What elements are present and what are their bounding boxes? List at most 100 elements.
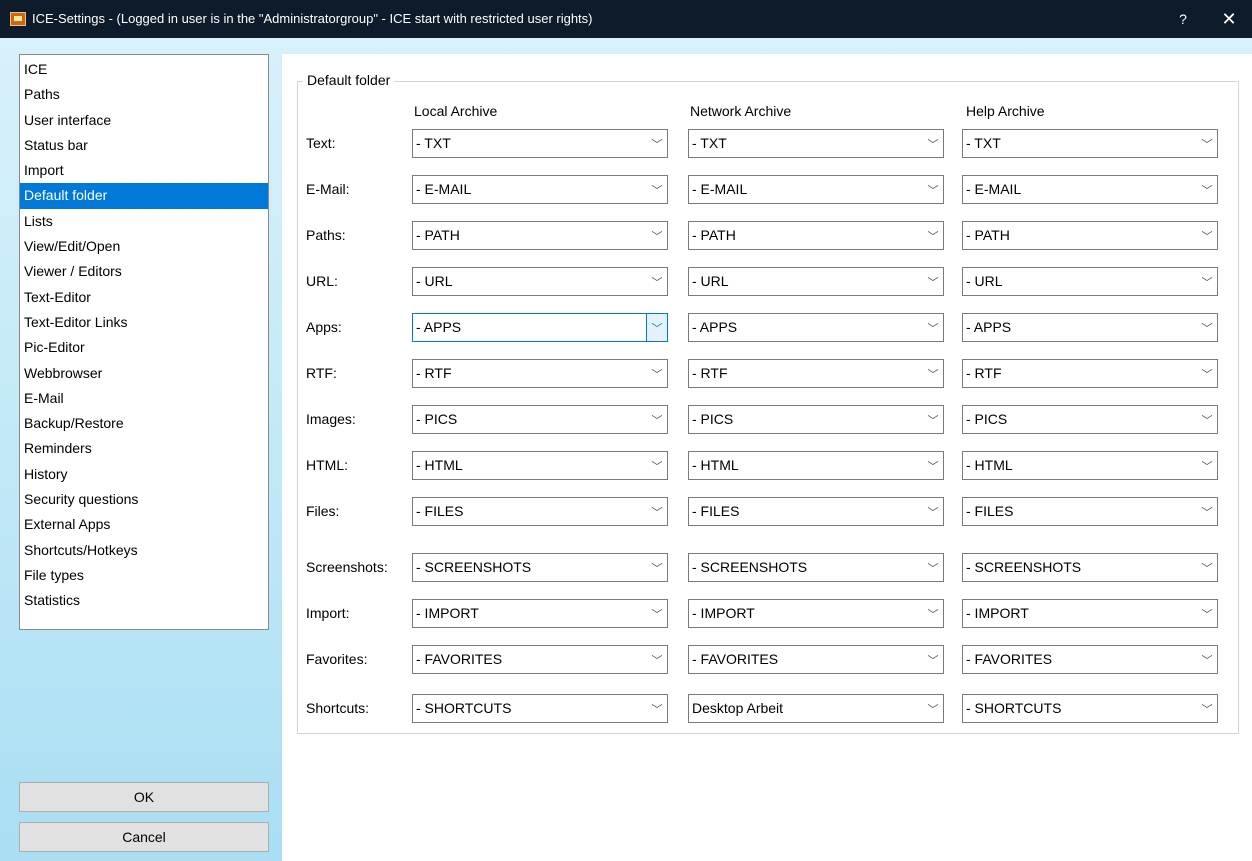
chevron-down-icon[interactable]: ﹀ [647,176,667,203]
chevron-down-icon[interactable]: ﹀ [923,498,943,525]
chevron-down-icon[interactable]: ﹀ [647,695,667,722]
help-folder-dropdown[interactable]: - URL ﹀ [962,267,1218,296]
sidebar-item[interactable]: Text-Editor [20,285,268,310]
chevron-down-icon[interactable]: ﹀ [1197,600,1217,627]
local-folder-dropdown[interactable]: - FAVORITES ﹀ [412,645,668,674]
help-folder-dropdown[interactable]: - PICS ﹀ [962,405,1218,434]
network-folder-dropdown[interactable]: - PATH ﹀ [688,221,944,250]
network-folder-dropdown[interactable]: - FAVORITES ﹀ [688,645,944,674]
sidebar-item[interactable]: Import [20,158,268,183]
network-folder-dropdown[interactable]: - RTF ﹀ [688,359,944,388]
help-folder-dropdown[interactable]: - SCREENSHOTS ﹀ [962,553,1218,582]
help-folder-dropdown[interactable]: - IMPORT ﹀ [962,599,1218,628]
sidebar-item[interactable]: External Apps [20,512,268,537]
chevron-down-icon[interactable]: ﹀ [923,176,943,203]
network-folder-dropdown[interactable]: - SCREENSHOTS ﹀ [688,553,944,582]
chevron-down-icon[interactable]: ﹀ [1197,452,1217,479]
local-folder-dropdown[interactable]: - PICS ﹀ [412,405,668,434]
local-folder-dropdown[interactable]: - URL ﹀ [412,267,668,296]
cancel-button[interactable]: Cancel [19,822,269,852]
chevron-down-icon[interactable]: ﹀ [1197,222,1217,249]
network-folder-dropdown[interactable]: Desktop Arbeit ﹀ [688,694,944,723]
sidebar-item[interactable]: User interface [20,108,268,133]
chevron-down-icon[interactable]: ﹀ [647,268,667,295]
chevron-down-icon[interactable]: ﹀ [1197,130,1217,157]
local-folder-dropdown[interactable]: - RTF ﹀ [412,359,668,388]
chevron-down-icon[interactable]: ﹀ [1197,695,1217,722]
sidebar-item[interactable]: Statistics [20,588,268,613]
chevron-down-icon[interactable]: ﹀ [647,600,667,627]
chevron-down-icon[interactable]: ﹀ [923,554,943,581]
network-folder-dropdown[interactable]: - IMPORT ﹀ [688,599,944,628]
sidebar-item[interactable]: Pic-Editor [20,335,268,360]
ok-button[interactable]: OK [19,782,269,812]
chevron-down-icon[interactable]: ﹀ [1197,406,1217,433]
network-folder-dropdown[interactable]: - URL ﹀ [688,267,944,296]
help-folder-dropdown[interactable]: - FAVORITES ﹀ [962,645,1218,674]
local-folder-dropdown[interactable]: - APPS ﹀ [412,313,668,342]
local-folder-dropdown[interactable]: - TXT ﹀ [412,129,668,158]
sidebar-item[interactable]: Backup/Restore [20,411,268,436]
help-folder-dropdown[interactable]: - TXT ﹀ [962,129,1218,158]
chevron-down-icon[interactable]: ﹀ [1197,176,1217,203]
help-button[interactable]: ? [1160,0,1206,38]
network-folder-dropdown[interactable]: - E-MAIL ﹀ [688,175,944,204]
sidebar-item[interactable]: Default folder [20,183,268,209]
sidebar-item[interactable]: Security questions [20,487,268,512]
local-folder-dropdown[interactable]: - IMPORT ﹀ [412,599,668,628]
chevron-down-icon[interactable]: ﹀ [923,360,943,387]
chevron-down-icon[interactable]: ﹀ [923,600,943,627]
help-folder-dropdown[interactable]: - E-MAIL ﹀ [962,175,1218,204]
local-folder-dropdown[interactable]: - FILES ﹀ [412,497,668,526]
network-folder-dropdown[interactable]: - FILES ﹀ [688,497,944,526]
chevron-down-icon[interactable]: ﹀ [647,130,667,157]
local-folder-dropdown[interactable]: - E-MAIL ﹀ [412,175,668,204]
local-folder-dropdown[interactable]: - SCREENSHOTS ﹀ [412,553,668,582]
sidebar-item[interactable]: File types [20,563,268,588]
sidebar-item[interactable]: History [20,462,268,487]
sidebar-item[interactable]: Lists [20,209,268,234]
help-folder-dropdown[interactable]: - PATH ﹀ [962,221,1218,250]
chevron-down-icon[interactable]: ﹀ [923,452,943,479]
chevron-down-icon[interactable]: ﹀ [923,406,943,433]
sidebar-item[interactable]: Shortcuts/Hotkeys [20,538,268,563]
sidebar-item[interactable]: Viewer / Editors [20,259,268,284]
chevron-down-icon[interactable]: ﹀ [1197,498,1217,525]
network-folder-dropdown[interactable]: - HTML ﹀ [688,451,944,480]
chevron-down-icon[interactable]: ﹀ [1197,360,1217,387]
chevron-down-icon[interactable]: ﹀ [647,498,667,525]
help-folder-dropdown[interactable]: - SHORTCUTS ﹀ [962,694,1218,723]
chevron-down-icon[interactable]: ﹀ [647,452,667,479]
local-folder-dropdown[interactable]: - PATH ﹀ [412,221,668,250]
chevron-down-icon[interactable]: ﹀ [647,406,667,433]
chevron-down-icon[interactable]: ﹀ [646,314,667,341]
chevron-down-icon[interactable]: ﹀ [1197,554,1217,581]
settings-category-list[interactable]: ICE Paths User interface Status bar Import De… [19,54,269,630]
chevron-down-icon[interactable]: ﹀ [923,314,943,341]
network-folder-dropdown[interactable]: - TXT ﹀ [688,129,944,158]
close-button[interactable]: ✕ [1206,0,1252,38]
network-folder-dropdown[interactable]: - APPS ﹀ [688,313,944,342]
chevron-down-icon[interactable]: ﹀ [923,130,943,157]
sidebar-item[interactable]: Status bar [20,133,268,158]
local-folder-dropdown[interactable]: - SHORTCUTS ﹀ [412,694,668,723]
chevron-down-icon[interactable]: ﹀ [1197,314,1217,341]
chevron-down-icon[interactable]: ﹀ [647,360,667,387]
sidebar-item[interactable]: Text-Editor Links [20,310,268,335]
chevron-down-icon[interactable]: ﹀ [647,554,667,581]
chevron-down-icon[interactable]: ﹀ [923,695,943,722]
help-folder-dropdown[interactable]: - HTML ﹀ [962,451,1218,480]
sidebar-item[interactable]: Paths [20,82,268,107]
chevron-down-icon[interactable]: ﹀ [923,268,943,295]
sidebar-item[interactable]: ICE [20,57,268,82]
sidebar-item[interactable]: Webbrowser [20,361,268,386]
chevron-down-icon[interactable]: ﹀ [923,222,943,249]
chevron-down-icon[interactable]: ﹀ [647,646,667,673]
chevron-down-icon[interactable]: ﹀ [647,222,667,249]
chevron-down-icon[interactable]: ﹀ [923,646,943,673]
sidebar-item[interactable]: Reminders [20,436,268,461]
chevron-down-icon[interactable]: ﹀ [1197,646,1217,673]
help-folder-dropdown[interactable]: - APPS ﹀ [962,313,1218,342]
sidebar-item[interactable]: View/Edit/Open [20,234,268,259]
sidebar-item[interactable]: E-Mail [20,386,268,411]
